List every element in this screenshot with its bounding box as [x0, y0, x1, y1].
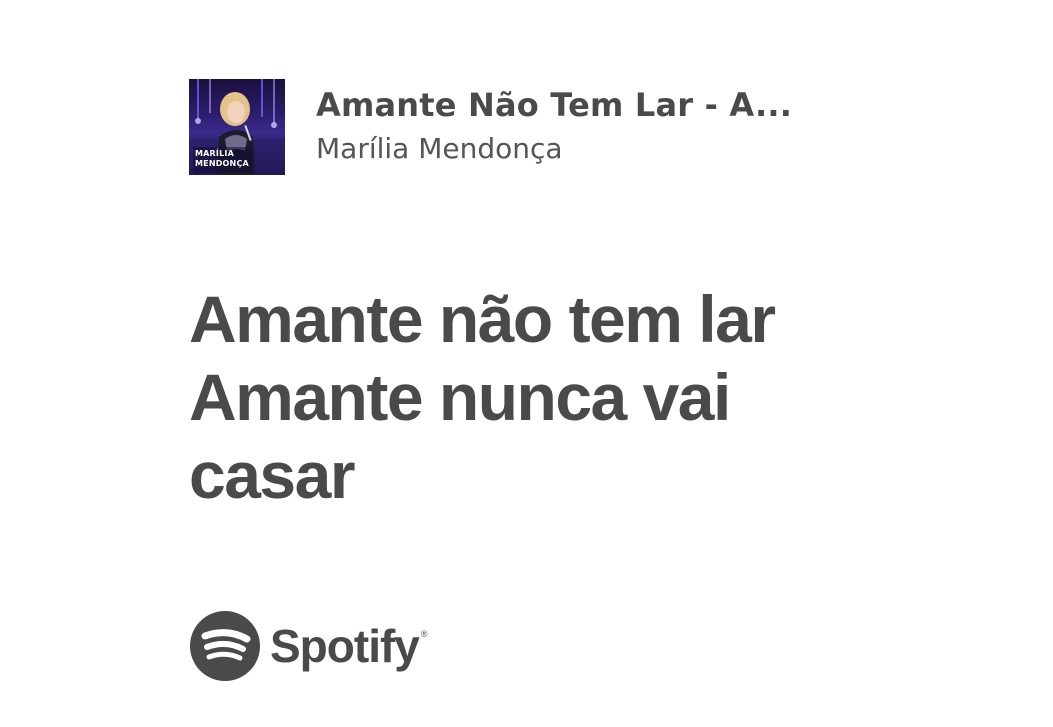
track-title: Amante Não Tem Lar - A...: [316, 86, 793, 124]
album-art: MARÍLIA MENDONÇA: [189, 79, 285, 175]
album-art-caption: MARÍLIA MENDONÇA: [195, 149, 249, 168]
spotify-wordmark: Spotify: [270, 620, 420, 672]
lyric-line: casar: [189, 438, 356, 512]
track-info: Amante Não Tem Lar - A... Marília Mendon…: [316, 85, 792, 169]
spotify-logo-icon: [190, 611, 260, 681]
registered-mark: ®: [420, 629, 428, 639]
lyrics-share-card: MARÍLIA MENDONÇA Amante Não Tem Lar - A.…: [0, 0, 1053, 727]
lyric-line: Amante nunca vai: [189, 360, 731, 434]
lyric-line: Amante não tem lar: [189, 282, 776, 356]
lyrics-block: Amante não tem lar Amante nunca vai casa…: [189, 280, 1009, 514]
track-header: MARÍLIA MENDONÇA Amante Não Tem Lar - A.…: [189, 79, 792, 175]
track-artist: Marília Mendonça: [316, 132, 563, 165]
spotify-branding: Spotify ®: [190, 611, 428, 681]
